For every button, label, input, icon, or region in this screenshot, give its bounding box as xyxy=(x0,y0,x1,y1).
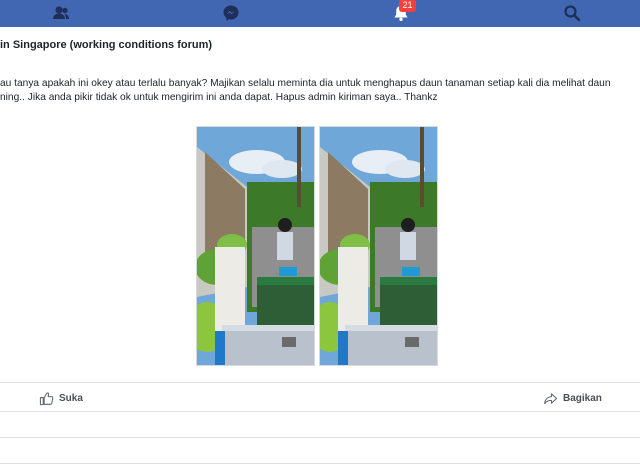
search-icon[interactable] xyxy=(561,2,583,24)
post-photo-right[interactable] xyxy=(319,126,438,366)
share-label: Bagikan xyxy=(563,392,602,404)
like-button[interactable]: Suka xyxy=(39,390,83,406)
post-text-line-1: au tanya apakah ini okey atau terlalu ba… xyxy=(0,78,611,89)
divider xyxy=(0,382,640,383)
notifications-icon[interactable]: 21 xyxy=(390,0,416,24)
share-arrow-icon xyxy=(544,392,558,404)
share-button[interactable]: Bagikan xyxy=(543,390,602,406)
like-label: Suka xyxy=(59,392,83,404)
post-text-line-2: ning.. Jika anda pikir tidak ok untuk me… xyxy=(0,92,438,103)
group-title[interactable]: in Singapore (working conditions forum) xyxy=(0,39,212,51)
notification-count-badge: 21 xyxy=(399,0,416,12)
messenger-icon[interactable] xyxy=(220,2,242,24)
post-text: au tanya apakah ini okey atau terlalu ba… xyxy=(0,77,640,105)
friends-icon[interactable] xyxy=(50,2,72,24)
top-navigation-bar: 21 xyxy=(0,0,640,27)
post-photo-left[interactable] xyxy=(196,126,315,366)
divider xyxy=(0,463,640,464)
divider xyxy=(0,411,640,412)
divider xyxy=(0,437,640,438)
thumbs-up-icon xyxy=(39,391,54,405)
